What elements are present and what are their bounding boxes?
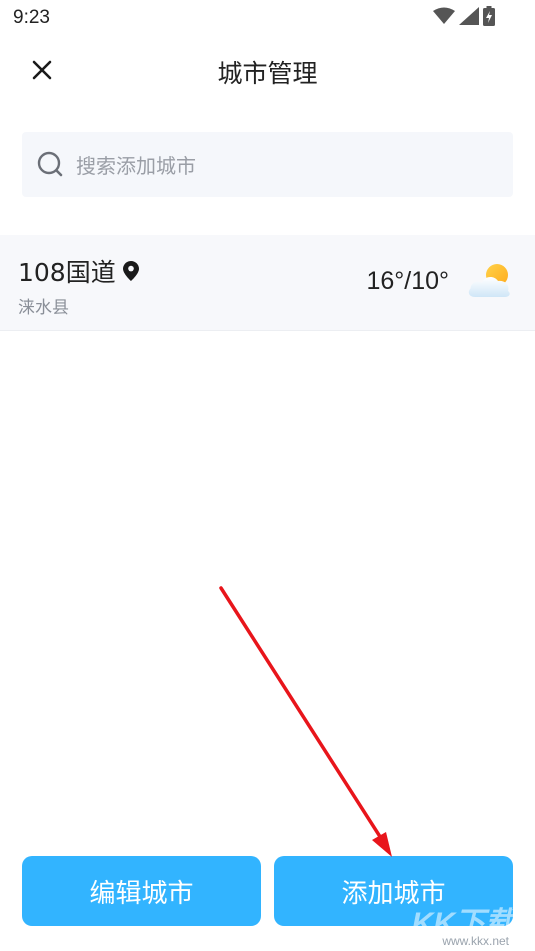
- search-placeholder: 搜索添加城市: [76, 154, 196, 178]
- search-icon: [37, 151, 65, 179]
- signal-icon: [459, 7, 479, 29]
- watermark: KK下载 www.kkx.net: [399, 898, 519, 948]
- watermark-url: www.kkx.net: [442, 934, 509, 948]
- page-title: 城市管理: [217, 59, 318, 88]
- location-pin-icon: [122, 260, 140, 282]
- search-input[interactable]: 搜索添加城市: [22, 132, 513, 197]
- partly-cloudy-icon: [467, 261, 513, 301]
- city-temperature: 16°/10°: [366, 267, 449, 295]
- battery-charging-icon: [483, 6, 495, 30]
- edit-cities-button[interactable]: 编辑城市: [22, 856, 261, 926]
- city-name: 108国道: [18, 258, 116, 287]
- city-name-row: 108国道: [18, 253, 140, 289]
- status-time: 9:23: [13, 7, 50, 28]
- wifi-icon: [433, 7, 455, 29]
- status-bar: 9:23: [0, 0, 535, 36]
- status-icons: [433, 6, 495, 30]
- city-list-item[interactable]: 108国道 涞水县 16°/10°: [0, 235, 535, 331]
- header: 城市管理: [0, 40, 535, 104]
- city-district: 涞水县: [18, 298, 69, 318]
